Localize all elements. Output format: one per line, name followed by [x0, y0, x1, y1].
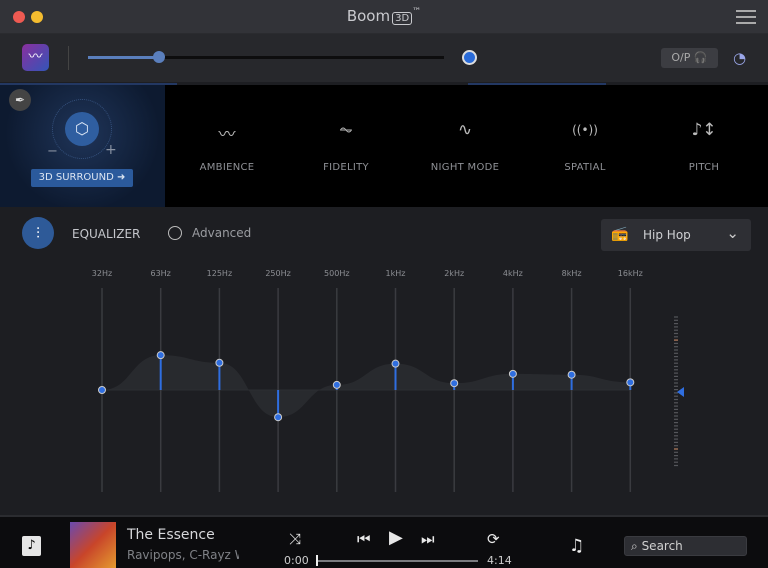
effect-label: NIGHT MODE	[430, 162, 500, 173]
effect-night-mode[interactable]: ∿ NIGHT MODE	[410, 120, 520, 173]
apps-dial-icon[interactable]: ◔	[733, 49, 751, 67]
divider	[68, 46, 69, 70]
search-input[interactable]: ⌕ Search	[624, 536, 747, 556]
band-slider-knob[interactable]	[626, 378, 635, 387]
search-icon: ⌕	[631, 539, 638, 553]
cube-icon[interactable]: ⬡	[65, 112, 99, 146]
ambience-icon: 〰	[218, 125, 236, 145]
band-slider-knob[interactable]	[450, 379, 459, 388]
band-slider-knob[interactable]	[274, 413, 283, 422]
surround-plus[interactable]: +	[105, 142, 117, 158]
advanced-radio[interactable]	[168, 226, 182, 240]
fidelity-icon: ⏦	[339, 120, 353, 140]
volume-boost-toggle[interactable]	[462, 50, 477, 65]
band-label: 63Hz	[150, 269, 170, 278]
feather-icon[interactable]: ✒	[9, 89, 31, 111]
band-label: 1kHz	[386, 269, 406, 278]
band-slider-knob[interactable]	[391, 359, 400, 368]
3d-surround-button[interactable]: 3D SURROUND ➜	[31, 169, 133, 187]
effect-label: SPATIAL	[564, 162, 606, 173]
repeat-icon[interactable]: ⟳	[487, 530, 500, 548]
effect-spatial[interactable]: ((•)) SPATIAL	[530, 120, 640, 173]
duration-time: 4:14	[487, 554, 512, 567]
band-label: 250Hz	[265, 269, 290, 278]
effect-fidelity[interactable]: ⏦ FIDELITY	[291, 120, 401, 173]
effect-label: AMBIENCE	[199, 162, 255, 173]
eq-curve-area	[102, 355, 631, 418]
band-label: 2kHz	[444, 269, 464, 278]
band-label: 8kHz	[562, 269, 582, 278]
output-button[interactable]: O/P 🎧	[661, 48, 718, 68]
effect-label: PITCH	[688, 162, 720, 173]
window-title: Boom 3D™	[0, 7, 768, 25]
boom-remote-icon[interactable]: 〰	[22, 44, 49, 71]
effect-pitch[interactable]: ♪↕ PITCH	[649, 120, 759, 173]
volume-fill	[88, 56, 160, 59]
title-tm: ™	[412, 7, 422, 17]
band-label: 4kHz	[503, 269, 523, 278]
music-library-icon[interactable]: ♪	[22, 536, 41, 556]
toolbar: 〰 O/P 🎧 ◔	[0, 34, 768, 82]
band-slider-knob[interactable]	[332, 380, 341, 389]
search-placeholder: Search	[641, 539, 683, 553]
effect-label: FIDELITY	[323, 162, 369, 173]
album-art[interactable]	[70, 522, 116, 568]
band-label: 32Hz	[92, 269, 112, 278]
effect-ambience[interactable]: 〰 AMBIENCE	[172, 120, 282, 173]
band-slider-knob[interactable]	[508, 369, 517, 378]
boombox-icon: 📻	[611, 226, 629, 242]
title-badge: 3D	[392, 12, 413, 25]
equalizer-graph[interactable]: 32Hz 63Hz 125Hz 250Hz 500Hz 1kHz 2kHz 4kHz 8kHz 1…	[0, 260, 768, 510]
night-mode-icon: ∿	[457, 120, 473, 140]
output-label: O/P	[671, 51, 691, 64]
equalizer-label: EQUALIZER	[72, 227, 141, 241]
title-text: Boom	[346, 7, 391, 25]
chevron-down-icon: ⌄	[726, 224, 739, 242]
band-label: 500Hz	[324, 269, 349, 278]
advanced-label[interactable]: Advanced	[192, 226, 251, 240]
band-slider-knob[interactable]	[215, 358, 224, 367]
seek-handle[interactable]	[316, 555, 318, 566]
band-slider-knob[interactable]	[98, 386, 106, 394]
preset-dropdown[interactable]: 📻 Hip Hop ⌄	[601, 219, 751, 251]
band-label: 125Hz	[207, 269, 232, 278]
previous-icon[interactable]: ⏮	[357, 530, 371, 548]
spatial-icon: ((•))	[572, 123, 598, 137]
song-artist: Ravipops, C-Rayz Walz	[127, 548, 239, 562]
song-title: The Essence	[127, 527, 215, 543]
next-icon[interactable]: ⏭	[421, 530, 435, 548]
equalizer-toggle-icon[interactable]: ⫶	[22, 217, 54, 249]
band-slider-knob[interactable]	[567, 370, 576, 379]
menu-icon[interactable]	[736, 10, 756, 24]
shuffle-icon[interactable]: ⤨	[289, 530, 301, 548]
surround-minus[interactable]: −	[47, 144, 58, 159]
elapsed-time: 0:00	[284, 554, 309, 567]
band-slider-knob[interactable]	[156, 351, 165, 360]
band-label: 16kHz	[618, 269, 643, 278]
pitch-icon: ♪↕	[691, 120, 717, 140]
seek-bar[interactable]	[316, 560, 478, 562]
volume-knob[interactable]	[153, 51, 166, 63]
preamp-handle[interactable]	[677, 387, 684, 397]
headphones-icon: 🎧	[693, 51, 708, 64]
play-icon[interactable]: ▶	[389, 527, 403, 548]
playlist-icon[interactable]: ♫	[569, 536, 584, 556]
preset-value: Hip Hop	[643, 228, 691, 242]
